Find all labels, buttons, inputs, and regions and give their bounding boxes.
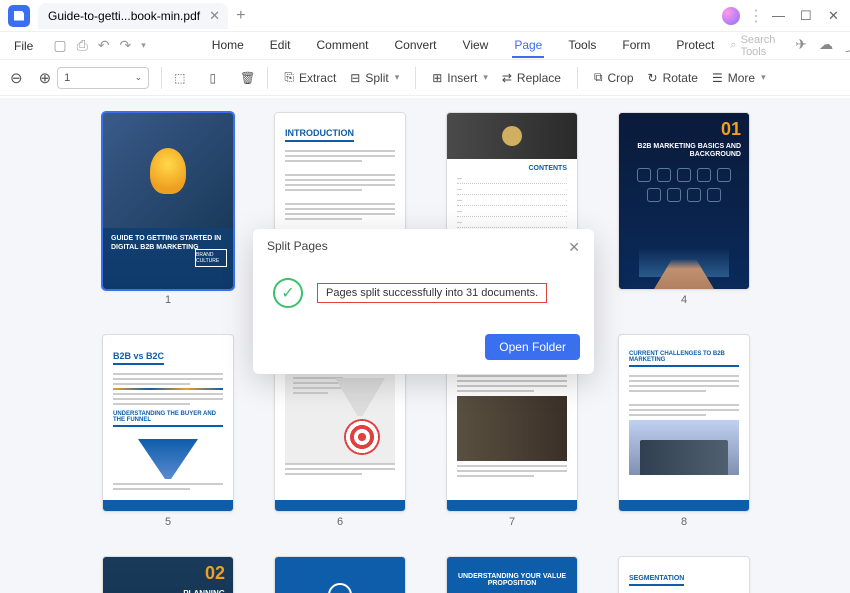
thumb-label: 4: [681, 294, 687, 306]
split-pages-dialog: Split Pages ✕ ✓ Pages split successfully…: [253, 229, 594, 374]
crop-button[interactable]: ⧉Crop: [590, 68, 638, 87]
page-box-icon[interactable]: ▯: [210, 71, 217, 85]
insert-icon: ⊞: [432, 71, 442, 85]
search-placeholder: Search Tools: [741, 34, 776, 58]
tab-close-icon[interactable]: ✕: [209, 8, 220, 24]
p12-title: SEGMENTATION: [629, 575, 684, 586]
thumb-label: 7: [509, 516, 515, 528]
menu-convert[interactable]: Convert: [393, 34, 439, 58]
page-toolbar: ⊖ ⊕ 1 ⌄ ⬚ ▯ 🗑 ⎘Extract ⊟Split ⊞Insert ⇄R…: [0, 60, 850, 96]
page-number-input[interactable]: 1 ⌄: [57, 67, 149, 89]
menu-view[interactable]: View: [461, 34, 491, 58]
send-icon[interactable]: ✈: [795, 36, 807, 56]
p4-title: B2B MARKETING BASICS AND BACKGROUND: [619, 143, 741, 160]
rotate-icon: ↻: [648, 71, 658, 85]
tab-title: Guide-to-getti...book-min.pdf: [48, 9, 200, 23]
save-icon[interactable]: ▢: [53, 37, 66, 54]
p9-num: 02: [205, 563, 225, 584]
p8-title: CURRENT CHALLENGES TO B2B MARKETING: [629, 351, 739, 367]
success-check-icon: ✓: [273, 278, 303, 308]
p9-title: PLANNING: [183, 589, 225, 593]
file-menu[interactable]: File: [10, 37, 37, 55]
p11-title: UNDERSTANDING YOUR VALUE PROPOSITION: [457, 573, 567, 587]
crop-icon: ⧉: [594, 70, 603, 85]
dialog-title: Split Pages: [267, 239, 328, 256]
replace-button[interactable]: ⇄Replace: [498, 69, 565, 87]
thumbnail-9[interactable]: 02 PLANNING: [102, 556, 234, 593]
minimize-button[interactable]: —: [772, 8, 786, 24]
thumb-label: 8: [681, 516, 687, 528]
search-icon: ⌕: [730, 39, 736, 52]
split-icon: ⊟: [350, 71, 360, 85]
more-icon: ☰: [712, 71, 723, 85]
share-icon[interactable]: ⤴: [845, 36, 850, 56]
insert-button[interactable]: ⊞Insert: [428, 69, 492, 87]
thumbnail-12[interactable]: SEGMENTATION: [618, 556, 750, 593]
p5-title2: UNDERSTANDING THE BUYER AND THE FUNNEL: [113, 411, 223, 427]
menu-edit[interactable]: Edit: [268, 34, 293, 58]
document-tab[interactable]: Guide-to-getti...book-min.pdf ✕: [38, 3, 228, 29]
rotate-button[interactable]: ↻Rotate: [644, 69, 702, 87]
new-tab-button[interactable]: +: [236, 7, 245, 25]
select-tool-icon[interactable]: ⬚: [174, 71, 185, 85]
delete-icon[interactable]: 🗑: [240, 71, 255, 85]
header-right-icons: ✈ ☁ ⤴: [795, 36, 850, 56]
menu-protect[interactable]: Protect: [674, 34, 716, 58]
thumb-label: 6: [337, 516, 343, 528]
thumbnail-11[interactable]: UNDERSTANDING YOUR VALUE PROPOSITION: [446, 556, 578, 593]
menu-page[interactable]: Page: [512, 34, 544, 58]
page-dropdown-icon: ⌄: [135, 72, 143, 83]
window-controls: — ☐ ✕: [772, 8, 842, 24]
redo-icon[interactable]: ↷: [120, 37, 132, 54]
main-menu: Home Edit Comment Convert View Page Tool…: [210, 34, 717, 58]
menu-home[interactable]: Home: [210, 34, 246, 58]
close-button[interactable]: ✕: [828, 8, 842, 24]
zoom-in-icon[interactable]: ⊕: [39, 69, 52, 87]
titlebar: Guide-to-getti...book-min.pdf ✕ + ⋮ — ☐ …: [0, 0, 850, 32]
undo-icon[interactable]: ↶: [98, 37, 110, 54]
dialog-close-button[interactable]: ✕: [568, 239, 580, 256]
thumbnail-4[interactable]: 01 B2B MARKETING BASICS AND BACKGROUND 4: [618, 112, 750, 306]
thumbnail-8[interactable]: CURRENT CHALLENGES TO B2B MARKETING 8: [618, 334, 750, 528]
menu-comment[interactable]: Comment: [314, 34, 370, 58]
qat-dropdown-icon[interactable]: ▾: [141, 40, 146, 51]
p3-title: CONTENTS: [457, 165, 567, 172]
p2-title: INTRODUCTION: [285, 128, 354, 142]
thumbnail-5[interactable]: B2B vs B2C UNDERSTANDING THE BUYER AND T…: [102, 334, 234, 528]
zoom-out-icon[interactable]: ⊖: [10, 69, 23, 87]
thumb-label: 5: [165, 516, 171, 528]
menu-tools[interactable]: Tools: [566, 34, 598, 58]
app-icon: [8, 5, 30, 27]
thumbnail-1[interactable]: GUIDE TO GETTING STARTED IN DIGITAL B2B …: [102, 112, 234, 306]
p1-brand: BRAND CULTURE: [195, 249, 227, 267]
thumbnail-10[interactable]: [274, 556, 406, 593]
quick-access-toolbar: ▢ ⎙ ↶ ↷ ▾: [53, 37, 145, 54]
extract-icon: ⎘: [284, 70, 294, 85]
open-folder-button[interactable]: Open Folder: [485, 334, 580, 360]
ai-gem-icon[interactable]: [722, 7, 740, 25]
split-button[interactable]: ⊟Split: [346, 69, 403, 87]
menubar: File ▢ ⎙ ↶ ↷ ▾ Home Edit Comment Convert…: [0, 32, 850, 60]
page-number-value: 1: [64, 72, 70, 84]
dialog-message: Pages split successfully into 31 documen…: [317, 283, 547, 303]
print-icon[interactable]: ⎙: [77, 37, 88, 54]
extract-button[interactable]: ⎘Extract: [280, 68, 340, 87]
maximize-button[interactable]: ☐: [800, 8, 814, 24]
more-menu-icon[interactable]: ⋮: [748, 6, 762, 26]
search-tools[interactable]: ⌕ Search Tools: [730, 34, 775, 58]
thumb-label: 1: [165, 294, 171, 306]
menu-form[interactable]: Form: [620, 34, 652, 58]
replace-icon: ⇄: [502, 71, 512, 85]
more-button[interactable]: ☰More: [708, 69, 770, 87]
p5-title1: B2B vs B2C: [113, 351, 164, 365]
cloud-icon[interactable]: ☁: [819, 36, 833, 56]
p4-num: 01: [721, 119, 741, 140]
